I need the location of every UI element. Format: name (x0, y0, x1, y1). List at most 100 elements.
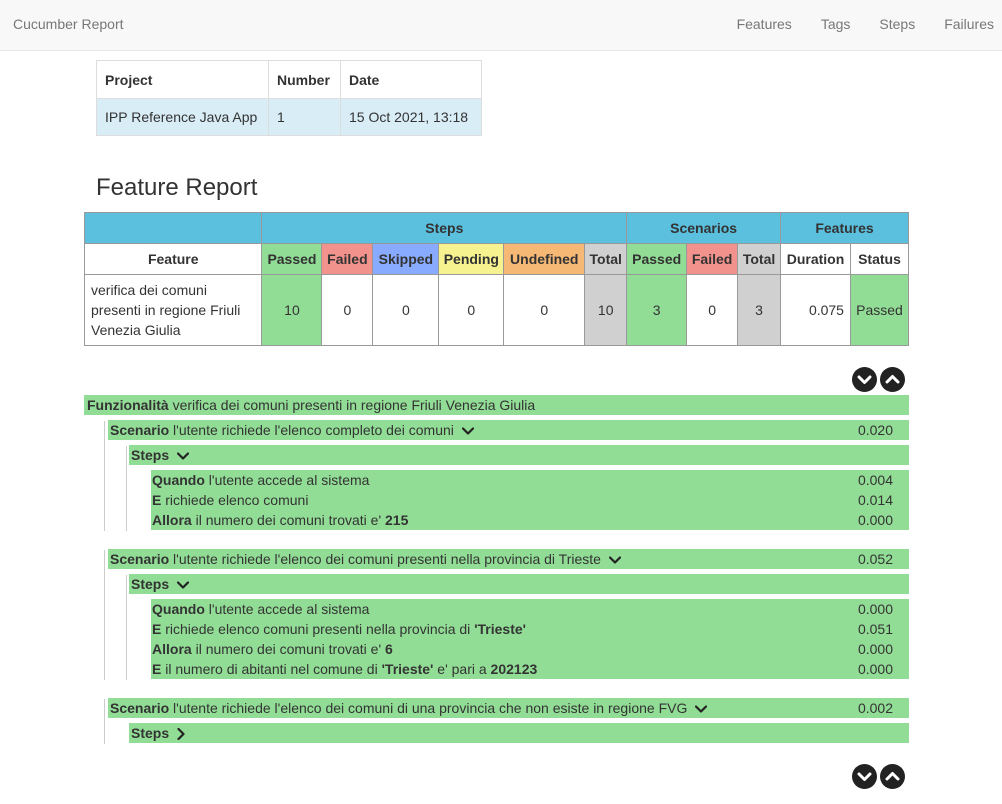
scenario-name: l'utente richiede l'elenco dei comuni di… (173, 700, 688, 716)
scenario-divider (104, 699, 105, 744)
group-steps: Steps (261, 212, 628, 244)
header-date: Date (340, 60, 482, 99)
chevron-circle-down-icon (857, 772, 872, 781)
col-steps-pending[interactable]: Pending (438, 243, 505, 275)
steps-pending-value: 0 (438, 274, 505, 346)
step-argument: 'Trieste' (474, 621, 526, 637)
step-argument: 6 (385, 641, 393, 657)
group-empty (83, 212, 263, 244)
number-value: 1 (268, 98, 341, 136)
scenario-bar[interactable]: Scenario l'utente richiede l'elenco dei … (108, 549, 909, 569)
step-row: Quando l'utente accede al sistema 0.000 (151, 599, 909, 619)
chevron-circle-up-icon (885, 375, 900, 384)
duration-value: 0.075 (780, 274, 851, 346)
step-duration: 0.000 (857, 512, 893, 528)
steps-divider (126, 575, 127, 680)
step-argument: 202123 (490, 661, 538, 677)
expand-all-button[interactable] (852, 764, 877, 789)
expand-all-button[interactable] (852, 367, 877, 392)
step-text: il numero dei comuni trovati e' (195, 641, 382, 657)
nav-link-features[interactable]: Features (737, 16, 792, 32)
step-row: Quando l'utente accede al sistema 0.004 (151, 470, 909, 490)
steps-total-value: 10 (584, 274, 628, 346)
step-row: E richiede elenco comuni presenti nella … (151, 619, 909, 639)
steps-label: Steps (131, 447, 170, 463)
scenario-keyword: Scenario (110, 422, 170, 438)
status-value: Passed (849, 274, 910, 346)
steps-toggle[interactable]: Steps (129, 723, 909, 743)
steps-toggle[interactable]: Steps (129, 574, 909, 594)
step-argument: 'Trieste' (381, 661, 434, 677)
step-text: l'utente accede al sistema (208, 472, 370, 488)
step-keyword: Quando (152, 472, 205, 488)
navbar-brand[interactable]: Cucumber Report (13, 16, 124, 32)
scenario-name: l'utente richiede l'elenco completo dei … (173, 422, 454, 438)
col-scenarios-failed[interactable]: Failed (686, 243, 739, 275)
step-text: il numero di abitanti nel comune di (165, 661, 378, 677)
scenario-duration: 0.002 (857, 700, 893, 716)
step-keyword: E (152, 492, 162, 508)
feature-name-link[interactable]: verifica dei comuni presenti in regione … (83, 274, 263, 346)
stats-table: Steps Scenarios Features Feature Passed … (83, 212, 910, 346)
chevron-down-icon[interactable] (695, 705, 708, 713)
scenarios-failed-value: 0 (686, 274, 739, 346)
chevron-circle-down-icon (857, 375, 872, 384)
col-steps-skipped[interactable]: Skipped (372, 243, 440, 275)
step-keyword: Allora (152, 641, 192, 657)
scenario-duration: 0.052 (857, 551, 893, 567)
group-features: Features (780, 212, 909, 244)
step-row: Allora il numero dei comuni trovati e' 2… (151, 510, 909, 530)
chevron-down-icon[interactable] (608, 556, 621, 564)
date-value: 15 Oct 2021, 13:18 (340, 98, 482, 136)
steps-undefined-value: 0 (503, 274, 586, 346)
step-duration: 0.000 (857, 661, 893, 677)
chevron-down-icon[interactable] (461, 427, 474, 435)
step-text: l'utente accede al sistema (208, 601, 370, 617)
nav-link-failures[interactable]: Failures (944, 16, 994, 32)
collapse-all-button[interactable] (880, 367, 905, 392)
nav-link-tags[interactable]: Tags (821, 16, 851, 32)
col-steps-undefined[interactable]: Undefined (503, 243, 586, 275)
step-row: E richiede elenco comuni 0.014 (151, 490, 909, 510)
step-duration: 0.004 (857, 472, 893, 488)
chevron-down-icon[interactable] (177, 581, 190, 589)
step-text: richiede elenco comuni (165, 492, 309, 508)
nav-links: Features Tags Steps Failures (737, 16, 1002, 32)
step-keyword: Quando (152, 601, 205, 617)
col-scenarios-passed[interactable]: Passed (626, 243, 688, 275)
chevron-right-icon[interactable] (177, 728, 185, 741)
navbar: Cucumber Report Features Tags Steps Fail… (0, 0, 1002, 51)
step-keyword: Allora (152, 512, 192, 528)
group-scenarios: Scenarios (626, 212, 782, 244)
step-keyword: E (152, 621, 162, 637)
step-text: richiede elenco comuni presenti nella pr… (165, 621, 471, 637)
step-text: il numero dei comuni trovati e' (195, 512, 382, 528)
steps-list: Quando l'utente accede al sistema 0.004 … (151, 470, 909, 530)
col-steps-failed[interactable]: Failed (321, 243, 374, 275)
steps-label: Steps (131, 576, 170, 592)
scenario-divider (104, 421, 105, 531)
feature-keyword: Funzionalità (87, 397, 169, 413)
nav-link-steps[interactable]: Steps (879, 16, 915, 32)
scenarios-passed-value: 3 (626, 274, 688, 346)
scenario-bar[interactable]: Scenario l'utente richiede l'elenco dei … (108, 698, 909, 718)
chevron-circle-up-icon (885, 772, 900, 781)
table-row: verifica dei comuni presenti in regione … (83, 274, 910, 346)
col-feature[interactable]: Feature (83, 243, 263, 275)
scenario-bar[interactable]: Scenario l'utente richiede l'elenco comp… (108, 420, 909, 440)
steps-divider (126, 446, 127, 531)
col-steps-passed[interactable]: Passed (261, 243, 323, 275)
scenario-duration: 0.020 (857, 422, 893, 438)
steps-toggle[interactable]: Steps (129, 445, 909, 465)
step-keyword: E (152, 661, 162, 677)
col-steps-total[interactable]: Total (584, 243, 628, 275)
step-text: e' pari a (437, 661, 487, 677)
header-project: Project (96, 60, 269, 99)
col-scenarios-total[interactable]: Total (737, 243, 782, 275)
collapse-all-button[interactable] (880, 764, 905, 789)
col-status[interactable]: Status (849, 243, 910, 275)
feature-name: verifica dei comuni presenti in regione … (172, 397, 536, 413)
project-value: IPP Reference Java App (96, 98, 269, 136)
chevron-down-icon[interactable] (177, 452, 190, 460)
col-duration[interactable]: Duration (780, 243, 851, 275)
